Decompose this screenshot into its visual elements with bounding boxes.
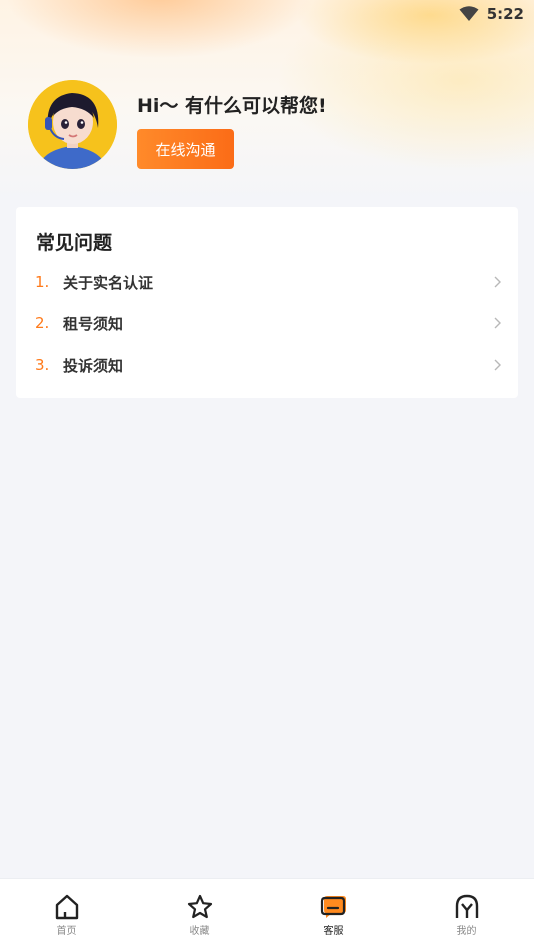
customer-service-avatar xyxy=(28,80,117,169)
faq-item-real-name-auth[interactable]: 1. 关于实名认证 xyxy=(16,264,518,300)
wifi-icon xyxy=(459,6,479,21)
chevron-right-icon xyxy=(494,359,501,371)
star-icon xyxy=(187,894,212,919)
faq-item-number: 2. xyxy=(35,314,50,332)
greeting-text: Hi〜 有什么可以帮您! xyxy=(137,95,327,117)
faq-item-rental-notice[interactable]: 2. 租号须知 xyxy=(16,305,518,341)
faq-item-number: 3. xyxy=(35,356,50,374)
tab-label: 客服 xyxy=(323,926,344,937)
status-time: 5:22 xyxy=(486,5,524,23)
tab-customer-service[interactable]: 客服 xyxy=(267,879,400,949)
chevron-right-icon xyxy=(494,317,501,329)
chevron-right-icon xyxy=(494,276,501,288)
faq-item-number: 1. xyxy=(35,273,50,291)
faq-item-complaint-notice[interactable]: 3. 投诉须知 xyxy=(16,347,518,383)
tab-label: 收藏 xyxy=(189,926,210,937)
status-bar: 5:22 xyxy=(0,0,534,28)
online-chat-button[interactable]: 在线沟通 xyxy=(137,129,234,169)
faq-title: 常见问题 xyxy=(36,232,113,254)
tab-label: 首页 xyxy=(56,926,77,937)
faq-card: 常见问题 1. 关于实名认证 2. 租号须知 3. 投诉须知 xyxy=(16,207,518,398)
tab-label: 我的 xyxy=(456,926,477,937)
faq-item-label: 投诉须知 xyxy=(63,356,124,375)
tab-home[interactable]: 首页 xyxy=(0,879,133,949)
chat-icon xyxy=(320,896,346,918)
tab-favorites[interactable]: 收藏 xyxy=(133,879,266,949)
profile-icon xyxy=(455,894,478,918)
bottom-tab-bar: 首页 收藏 客服 我的 xyxy=(0,878,534,949)
faq-item-label: 关于实名认证 xyxy=(63,273,154,292)
home-icon xyxy=(55,894,78,920)
tab-profile[interactable]: 我的 xyxy=(400,879,533,949)
faq-item-label: 租号须知 xyxy=(63,314,124,333)
